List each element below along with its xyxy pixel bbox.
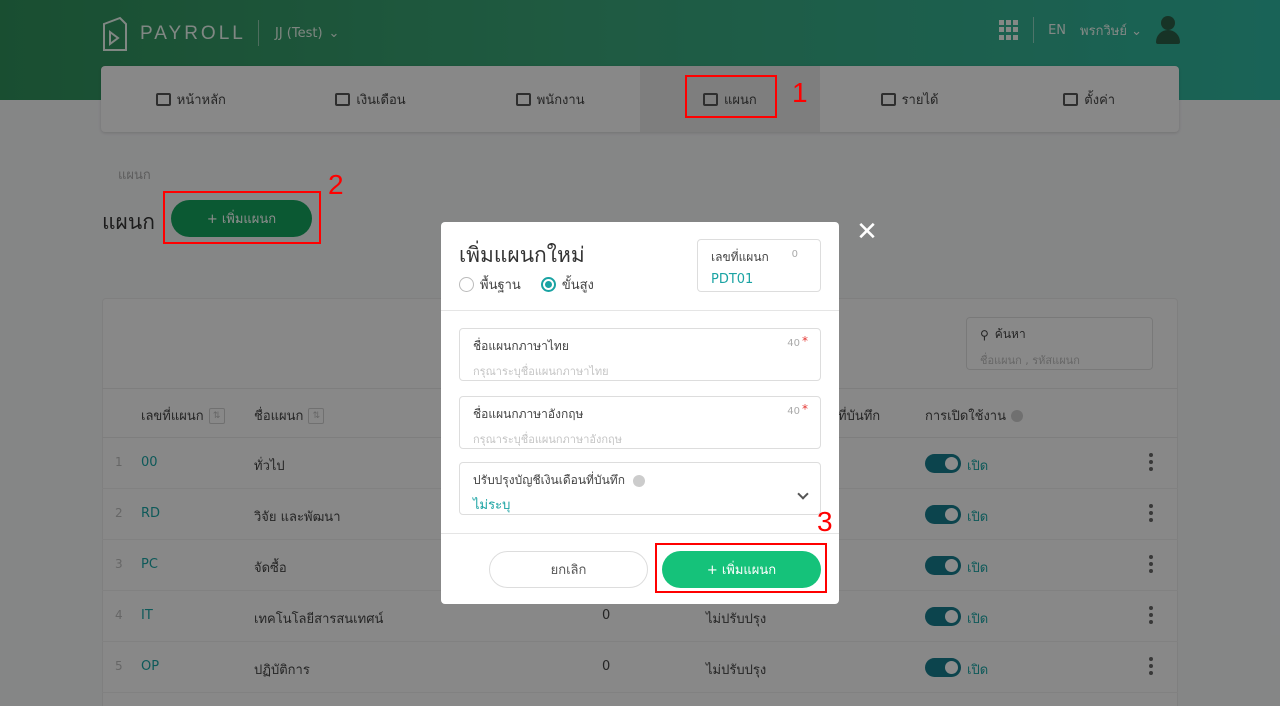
required-marker: * — [802, 402, 808, 416]
radio-basic[interactable]: พื้นฐาน — [459, 274, 521, 295]
char-count: 0 — [791, 249, 798, 260]
field-label: ปรับปรุงบัญชีเงินเดือนที่บันทึก — [473, 471, 807, 490]
department-code-value: PDT01 — [711, 272, 754, 287]
annotation-box-1 — [685, 75, 777, 118]
mode-radio-group: พื้นฐาน ขั้นสูง — [459, 274, 594, 295]
help-icon[interactable] — [632, 474, 645, 487]
max-length: 40 — [787, 338, 800, 349]
radio-circle-selected — [540, 277, 556, 292]
thai-name-field[interactable]: ชื่อแผนกภาษาไทย กรุณาระบุชื่อแผนกภาษาไทย… — [459, 328, 821, 381]
annotation-number-3: 3 — [817, 506, 833, 537]
thai-name-input[interactable]: กรุณาระบุชื่อแผนกภาษาไทย — [473, 362, 807, 380]
divider — [441, 533, 839, 534]
annotation-number-2: 2 — [328, 169, 344, 200]
english-name-field[interactable]: ชื่อแผนกภาษาอังกฤษ กรุณาระบุชื่อแผนกภาษา… — [459, 396, 821, 449]
max-length: 40 — [787, 406, 800, 417]
cancel-button[interactable]: ยกเลิก — [489, 551, 648, 588]
adjust-payroll-select[interactable]: ปรับปรุงบัญชีเงินเดือนที่บันทึก ไม่ระบุ — [459, 462, 821, 515]
divider — [441, 310, 839, 311]
english-name-input[interactable]: กรุณาระบุชื่อแผนกภาษาอังกฤษ — [473, 430, 807, 448]
radio-label: ขั้นสูง — [561, 278, 594, 293]
close-icon[interactable]: ✕ — [855, 218, 879, 246]
radio-label: พื้นฐาน — [480, 278, 521, 293]
radio-advanced[interactable]: ขั้นสูง — [540, 274, 594, 295]
annotation-box-3 — [655, 543, 827, 593]
field-label: ชื่อแผนกภาษาไทย — [473, 339, 569, 353]
field-label: ชื่อแผนกภาษาอังกฤษ — [473, 407, 584, 421]
annotation-number-1: 1 — [792, 77, 808, 108]
department-code-field[interactable]: เลขที่แผนก 0 PDT01 — [697, 239, 821, 292]
annotation-box-2 — [163, 191, 321, 244]
adjust-selected-value: ไม่ระบุ — [473, 498, 511, 513]
required-marker: * — [802, 334, 808, 348]
radio-circle — [459, 277, 474, 292]
modal-title: เพิ่มแผนกใหม่ — [459, 243, 585, 267]
adjust-label-text: ปรับปรุงบัญชีเงินเดือนที่บันทึก — [473, 473, 625, 487]
